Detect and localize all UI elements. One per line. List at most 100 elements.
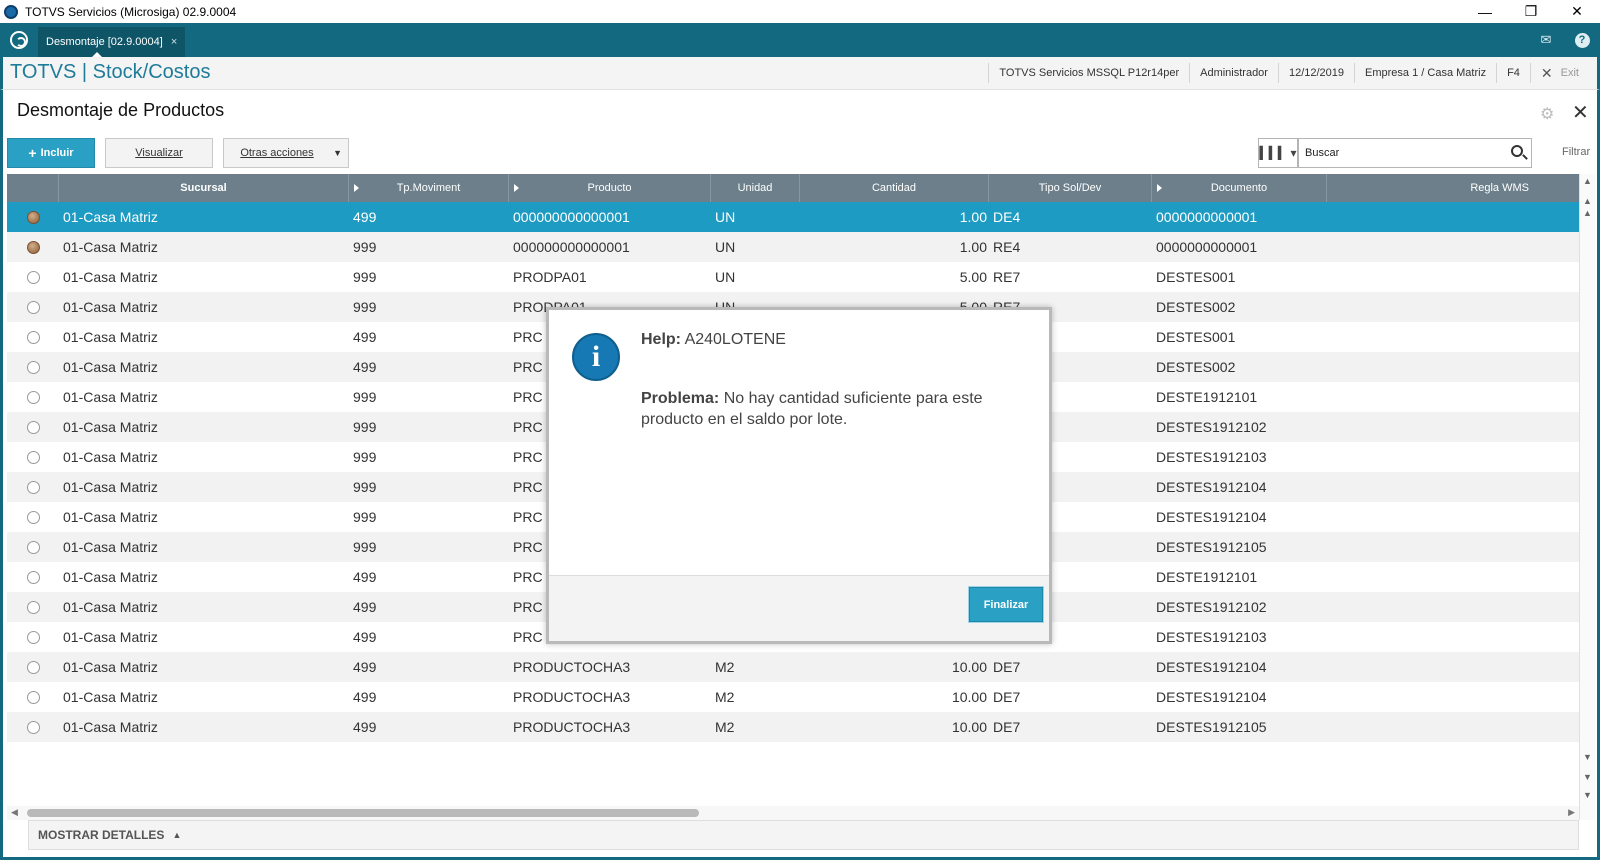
cell-status[interactable] — [7, 292, 59, 322]
cell-status[interactable] — [7, 532, 59, 562]
scroll-page-down-icon[interactable]: ▼ — [1583, 772, 1592, 782]
cell-status[interactable] — [7, 712, 59, 742]
cell-unidad: M2 — [715, 719, 735, 735]
scroll-top-icon[interactable]: ▲ — [1583, 176, 1592, 186]
help-button[interactable]: ? — [1564, 23, 1600, 57]
date-info[interactable]: 12/12/2019 — [1277, 63, 1354, 83]
cell-documento: DESTE1912101 — [1156, 389, 1258, 405]
cell-sucursal: 01-Casa Matriz — [63, 719, 158, 735]
scroll-right-icon[interactable]: ▶ — [1568, 807, 1575, 818]
restore-button[interactable]: ❐ — [1508, 0, 1554, 23]
scroll-bottom-icon[interactable]: ▼ — [1583, 790, 1592, 800]
otras-acciones-button[interactable]: Otras acciones ▼ — [223, 138, 349, 168]
incluir-label: Incluir — [40, 147, 74, 159]
table-row[interactable]: 01-Casa Matriz 999 PRODPA01 UN 5.00 RE7 DESTES… — [7, 262, 1579, 292]
cell-status[interactable] — [7, 382, 59, 412]
header-producto[interactable]: Producto — [509, 174, 711, 202]
search-icon[interactable] — [1511, 145, 1523, 157]
header-status — [7, 174, 59, 202]
cell-tipo-sol-dev: DE7 — [993, 719, 1021, 735]
cell-status[interactable] — [7, 412, 59, 442]
cell-status[interactable] — [7, 202, 59, 232]
cell-tp-moviment: 999 — [353, 509, 377, 525]
visualizar-button[interactable]: Visualizar — [105, 138, 213, 168]
status-led-icon — [26, 240, 40, 254]
search-box — [1298, 138, 1532, 168]
finalizar-button[interactable]: Finalizar — [969, 587, 1043, 622]
cell-documento: DESTE1912101 — [1156, 569, 1258, 585]
page-title: Desmontaje de Productos — [17, 100, 225, 120]
otras-acciones-label: Otras acciones — [240, 147, 314, 159]
window-title: TOTVS Servicios (Microsiga) 02.9.0004 — [25, 4, 237, 19]
cell-status[interactable] — [7, 592, 59, 622]
cell-tp-moviment: 999 — [353, 239, 377, 255]
status-led-icon — [26, 570, 40, 584]
cell-tp-moviment: 999 — [353, 539, 377, 555]
shortcut-f4[interactable]: F4 — [1496, 63, 1530, 83]
cell-status[interactable] — [7, 562, 59, 592]
search-input[interactable] — [1299, 139, 1489, 167]
table-row[interactable]: 01-Casa Matriz 499 PRODUCTOCHA3 M2 10.00 DE7 D… — [7, 652, 1579, 682]
cell-sucursal: 01-Casa Matriz — [63, 689, 158, 705]
cell-sucursal: 01-Casa Matriz — [63, 359, 158, 375]
scroll-up-icon[interactable]: ▲ — [1583, 208, 1592, 218]
scroll-left-icon[interactable]: ◀ — [11, 807, 18, 818]
user-info[interactable]: Administrador — [1189, 63, 1278, 83]
table-row[interactable]: 01-Casa Matriz 499 PRODUCTOCHA3 M2 10.00 DE7 D… — [7, 712, 1579, 742]
cell-producto: 000000000000001 — [513, 209, 630, 225]
cell-status[interactable] — [7, 652, 59, 682]
company-info[interactable]: Empresa 1 / Casa Matriz — [1354, 63, 1496, 83]
close-window-button[interactable]: ✕ — [1554, 0, 1600, 23]
table-row[interactable]: 01-Casa Matriz 499 000000000000001 UN 1.00 DE… — [7, 202, 1579, 232]
minimize-button[interactable]: — — [1462, 0, 1508, 23]
exit-button[interactable]: ✕ Exit — [1529, 63, 1589, 83]
horizontal-scroll-thumb[interactable] — [27, 809, 699, 817]
header-unidad[interactable]: Unidad — [711, 174, 800, 202]
filtrar-link[interactable]: Filtrar — [1562, 146, 1590, 158]
totvs-logo-icon[interactable] — [10, 31, 28, 49]
close-page-icon[interactable]: ✕ — [1572, 100, 1589, 125]
horizontal-scrollbar[interactable]: ◀ ▶ — [7, 806, 1579, 820]
tab-desmontaje[interactable]: Desmontaje [02.9.0004] × — [38, 27, 186, 57]
sort-arrow-icon — [354, 184, 359, 192]
header-sucursal[interactable]: Sucursal — [59, 174, 349, 202]
status-led-icon — [26, 300, 40, 314]
header-tp-moviment[interactable]: Tp.Moviment — [349, 174, 509, 202]
cell-tp-moviment: 499 — [353, 329, 377, 345]
cell-cantidad: 1.00 — [959, 239, 987, 255]
cell-status[interactable] — [7, 262, 59, 292]
table-row[interactable]: 01-Casa Matriz 999 000000000000001 UN 1.00 RE… — [7, 232, 1579, 262]
cell-status[interactable] — [7, 622, 59, 652]
mail-icon[interactable]: ✉ — [1528, 23, 1564, 57]
header-tipo-sol-dev[interactable]: Tipo Sol/Dev — [989, 174, 1152, 202]
cell-sucursal: 01-Casa Matriz — [63, 269, 158, 285]
header-cantidad[interactable]: Cantidad — [800, 174, 989, 202]
columns-toggle-icon[interactable]: ▍▍▍ ▾ — [1258, 138, 1298, 168]
scroll-down-icon[interactable]: ▼ — [1583, 752, 1592, 762]
header-regla-wms[interactable]: Regla WMS — [1327, 174, 1579, 202]
status-led-icon — [26, 420, 40, 434]
cell-sucursal: 01-Casa Matriz — [63, 209, 158, 225]
cell-tp-moviment: 499 — [353, 689, 377, 705]
cell-status[interactable] — [7, 352, 59, 382]
tab-close-icon[interactable]: × — [171, 36, 177, 48]
table-row[interactable]: 01-Casa Matriz 499 PRODUCTOCHA3 M2 10.00 DE7 D… — [7, 682, 1579, 712]
header-documento[interactable]: Documento — [1152, 174, 1327, 202]
environment-info[interactable]: TOTVS Servicios MSSQL P12r14per — [988, 63, 1189, 83]
cell-tp-moviment: 499 — [353, 569, 377, 585]
sort-arrow-icon — [1157, 184, 1162, 192]
window-title-bar: TOTVS Servicios (Microsiga) 02.9.0004 — … — [0, 0, 1600, 23]
scroll-page-up-icon[interactable]: ▲ — [1583, 196, 1592, 206]
cell-status[interactable] — [7, 442, 59, 472]
mostrar-detalles-toggle[interactable]: MOSTRAR DETALLES ▲ — [28, 820, 1579, 850]
cell-status[interactable] — [7, 502, 59, 532]
gear-icon[interactable]: ⚙ — [1540, 104, 1554, 124]
cell-status[interactable] — [7, 322, 59, 352]
incluir-button[interactable]: + Incluir — [7, 138, 95, 168]
details-label: MOSTRAR DETALLES — [38, 828, 165, 842]
cell-status[interactable] — [7, 232, 59, 262]
cell-status[interactable] — [7, 472, 59, 502]
vertical-scrollbar[interactable]: ▲ ▲ ▲ ▼ ▼ ▼ — [1579, 174, 1595, 820]
cell-documento: DESTES001 — [1156, 329, 1236, 345]
cell-status[interactable] — [7, 682, 59, 712]
